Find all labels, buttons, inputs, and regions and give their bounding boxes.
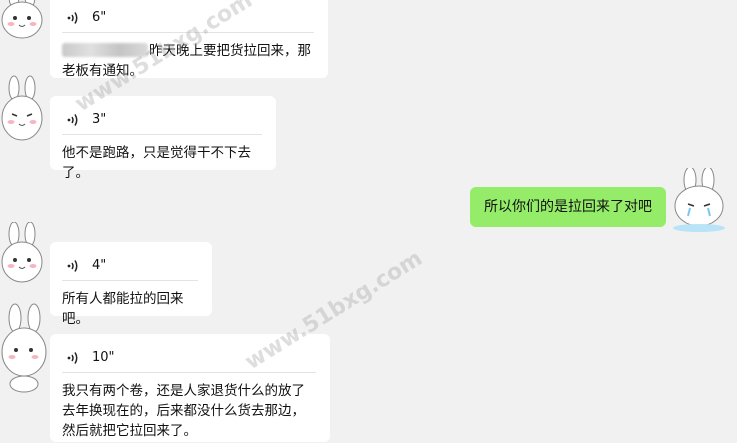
voice-duration: 4" bbox=[92, 258, 107, 273]
voice-row[interactable]: 4" bbox=[62, 252, 198, 281]
bunny-avatar-icon bbox=[1, 303, 47, 393]
voice-duration: 10" bbox=[92, 350, 115, 365]
message-text: 所以你们的是拉回来了对吧 bbox=[484, 199, 652, 215]
bunny-avatar-icon bbox=[1, 222, 43, 283]
voice-row[interactable]: 6" bbox=[62, 4, 314, 33]
voice-row[interactable]: 3" bbox=[62, 106, 262, 135]
contact-avatar[interactable] bbox=[0, 74, 46, 146]
own-avatar[interactable] bbox=[666, 168, 734, 236]
transcribed-text: 昨天晚上要把货拉回来，那老板有通知。 bbox=[62, 43, 311, 79]
voice-row[interactable]: 10" bbox=[62, 344, 316, 373]
contact-avatar[interactable] bbox=[0, 302, 50, 394]
voice-message-bubble[interactable]: 4" 所有人都能拉的回来吧。 bbox=[50, 242, 212, 327]
contact-avatar[interactable] bbox=[0, 222, 46, 288]
voice-message-bubble[interactable]: 6" 昨天晚上要把货拉回来，那老板有通知。 bbox=[50, 0, 328, 79]
voice-message-bubble[interactable]: 3" 他不是跑路，只是觉得干不下去了。 bbox=[50, 96, 276, 181]
voice-duration: 6" bbox=[92, 10, 107, 25]
transcribed-text: 我只有两个卷，还是人家退货什么的放了去年换现在的，后来都没什么货去那边，然后就把… bbox=[62, 383, 305, 439]
contact-avatar[interactable] bbox=[0, 0, 46, 42]
chat-window: 6" 昨天晚上要把货拉回来，那老板有通知。 3" 他不是跑路，只是觉得干不下去了… bbox=[0, 0, 737, 443]
blurred-text bbox=[62, 43, 148, 57]
outgoing-text-bubble[interactable]: 所以你们的是拉回来了对吧 bbox=[470, 187, 666, 227]
bunny-avatar-icon bbox=[1, 0, 43, 39]
voice-wave-icon bbox=[64, 112, 80, 128]
voice-message-bubble[interactable]: 10" 我只有两个卷，还是人家退货什么的放了去年换现在的，后来都没什么货去那边，… bbox=[50, 334, 330, 442]
voice-wave-icon bbox=[64, 350, 80, 366]
voice-wave-icon bbox=[64, 10, 80, 26]
voice-duration: 3" bbox=[92, 112, 107, 127]
transcribed-text: 所有人都能拉的回来吧。 bbox=[62, 291, 184, 327]
transcribed-text: 他不是跑路，只是觉得干不下去了。 bbox=[62, 145, 251, 181]
voice-wave-icon bbox=[64, 258, 80, 274]
bunny-avatar-icon bbox=[673, 168, 725, 232]
bunny-avatar-icon bbox=[1, 75, 43, 141]
